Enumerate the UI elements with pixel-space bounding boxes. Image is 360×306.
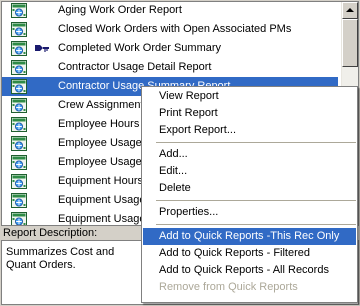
menu-item-export-report[interactable]: Export Report... <box>143 122 356 139</box>
report-row-label: Completed Work Order Summary <box>58 42 222 54</box>
report-row-contractor-usage-detail-report[interactable]: Contractor Usage Detail Report <box>2 58 338 77</box>
report-row-label: Employee Usage <box>58 156 142 168</box>
report-row-closed-work-orders-with-open-associated-pms[interactable]: Closed Work Orders with Open Associated … <box>2 20 338 39</box>
report-description-label: Report Description: <box>3 227 98 239</box>
report-icon <box>11 193 27 208</box>
report-row-aging-work-order-report[interactable]: Aging Work Order Report <box>2 2 338 20</box>
menu-item-remove-from-quick-reports: Remove from Quick Reports <box>159 281 298 293</box>
menu-item-edit[interactable]: Edit... <box>143 163 356 180</box>
menu-separator <box>156 224 356 225</box>
scroll-up-button[interactable] <box>342 2 358 19</box>
report-icon <box>11 98 27 113</box>
menu-separator <box>156 142 356 143</box>
report-icon <box>11 79 27 94</box>
report-row-completed-work-order-summary[interactable]: Completed Work Order Summary <box>2 39 338 58</box>
report-row-label: Equipment Usage <box>58 213 146 225</box>
report-row-label: Employee Hours b <box>58 118 149 130</box>
scroll-up-arrow-icon <box>346 8 354 12</box>
report-row-label: Contractor Usage Detail Report <box>58 61 212 73</box>
menu-item-add-to-quick-reports-this-rec-only[interactable]: Add to Quick Reports -This Rec Only <box>143 228 356 245</box>
report-row-label: Equipment Usage <box>58 194 146 206</box>
menu-item-add-to-quick-reports-filtered[interactable]: Add to Quick Reports - Filtered <box>143 245 356 262</box>
report-icon <box>11 212 27 225</box>
report-row-label: Crew Assignment <box>58 99 144 111</box>
menu-separator <box>156 200 356 201</box>
report-row-label: Aging Work Order Report <box>58 4 182 16</box>
report-icon <box>11 174 27 189</box>
menu-item-properties[interactable]: Properties... <box>143 204 356 221</box>
report-row-label: Equipment Hours <box>58 175 143 187</box>
context-menu: View Report Print Report Export Report... A… <box>141 86 358 303</box>
report-icon <box>11 155 27 170</box>
report-icon <box>11 60 27 75</box>
report-icon <box>11 22 27 37</box>
report-description-text: Summarizes Cost and Quant Orders. <box>6 246 115 271</box>
key-arrow-icon <box>35 45 49 52</box>
scroll-thumb[interactable] <box>342 19 358 67</box>
report-icon <box>11 136 27 151</box>
report-icon <box>11 117 27 132</box>
report-row-label: Employee Usage <box>58 137 142 149</box>
menu-item-add[interactable]: Add... <box>143 146 356 163</box>
menu-item-print-report[interactable]: Print Report <box>143 105 356 122</box>
report-icon <box>11 41 27 56</box>
menu-item-delete[interactable]: Delete <box>143 180 356 197</box>
menu-item-view-report[interactable]: View Report <box>143 88 356 105</box>
report-row-label: Closed Work Orders with Open Associated … <box>58 23 292 35</box>
menu-item-add-to-quick-reports-all-records[interactable]: Add to Quick Reports - All Records <box>143 262 356 279</box>
report-icon <box>11 3 27 18</box>
